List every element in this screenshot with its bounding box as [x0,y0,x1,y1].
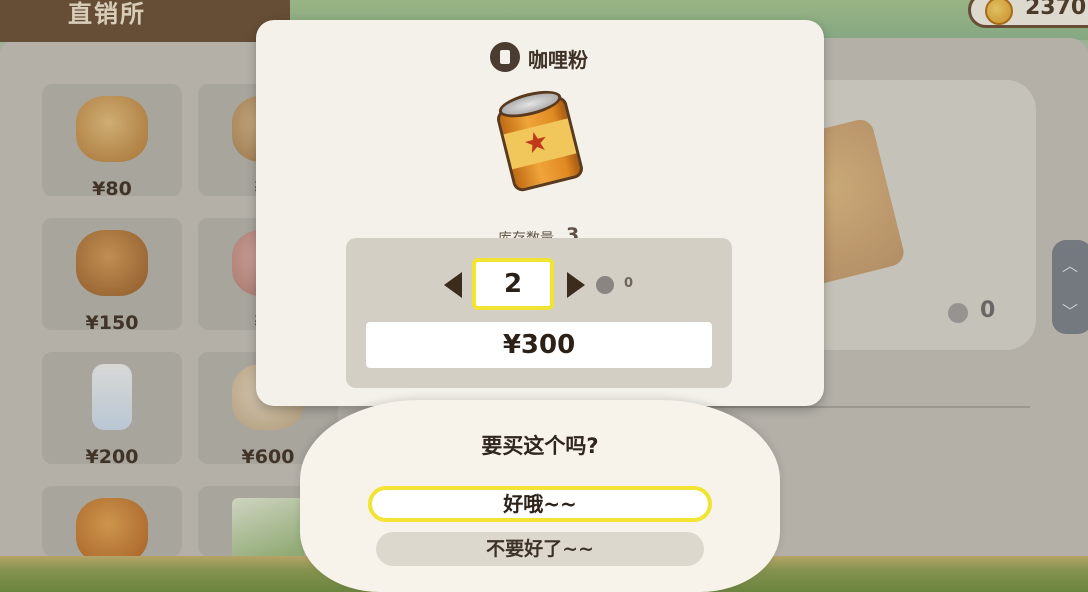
confirm-yes-button[interactable]: 好哦~~ [368,486,712,522]
confirm-dialog: 要买这个吗? 好哦~~ 不要好了~~ [300,400,780,592]
increase-quantity-button[interactable] [567,272,585,298]
decrease-quantity-button[interactable] [444,272,462,298]
confirm-no-button[interactable]: 不要好了~~ [376,532,704,566]
owned-count: 0 [624,276,634,291]
can-icon: ★ [492,85,586,196]
backpack-icon [596,276,614,294]
confirm-question: 要买这个吗? [481,434,599,458]
jar-icon [490,42,520,72]
quantity-input[interactable]: 2 [472,258,554,310]
quantity-selector: 2 0 ¥300 [346,238,732,388]
item-name: 咖哩粉 [528,48,588,72]
total-price: ¥300 [366,322,712,368]
item-detail-popup: 咖哩粉 ★ 库存数量 3 2 0 ¥300 [256,20,824,406]
